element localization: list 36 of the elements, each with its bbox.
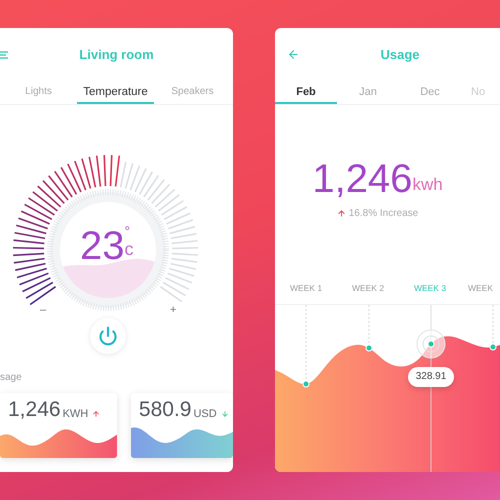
data-point[interactable] (428, 340, 434, 348)
tab[interactable]: Lights (0, 82, 77, 104)
tab[interactable]: Speakers (154, 82, 231, 104)
highlight-ring (416, 329, 446, 358)
total-usage-unit: kwh (412, 174, 443, 196)
section-label: sage (0, 371, 23, 384)
data-point[interactable] (366, 344, 372, 352)
data-point[interactable] (490, 343, 496, 350)
power-icon (98, 326, 118, 346)
usage-value: 580.9 (138, 399, 192, 421)
decrease-mark[interactable]: – (40, 304, 46, 316)
change-text: 16.8% Increase (348, 206, 418, 220)
usage-card[interactable]: 580.9 USD (130, 393, 233, 458)
back-arrow-icon[interactable] (287, 48, 300, 61)
power-button[interactable] (90, 318, 126, 354)
temperature-value: 23 (80, 224, 124, 268)
month-tab[interactable]: Jan (337, 82, 399, 104)
week-label[interactable]: WEEK (461, 280, 500, 304)
increase-mark[interactable]: + (170, 304, 176, 316)
usage-unit: USD (193, 407, 217, 421)
week-label[interactable]: WEEK 1 (275, 280, 337, 304)
degree-sign: ° (124, 224, 130, 238)
month-tab[interactable]: Dec (399, 82, 461, 104)
week-label[interactable]: WEEK 3 (399, 280, 461, 304)
menu-icon[interactable] (0, 51, 8, 59)
tab[interactable]: Temperature (77, 82, 154, 104)
panel-title: Living room (79, 46, 154, 64)
total-usage-value: 1,246 (312, 156, 412, 201)
usage-unit: KWH (62, 407, 88, 421)
data-point[interactable] (302, 380, 310, 388)
panel-title: Usage (380, 46, 420, 64)
usage-card[interactable]: 1,246 KWH (0, 393, 117, 458)
month-tab[interactable]: Feb (275, 82, 337, 104)
temperature-unit: c (124, 238, 134, 260)
usage-value: 1,246 (8, 399, 61, 421)
week-label[interactable]: WEEK 2 (337, 280, 399, 304)
